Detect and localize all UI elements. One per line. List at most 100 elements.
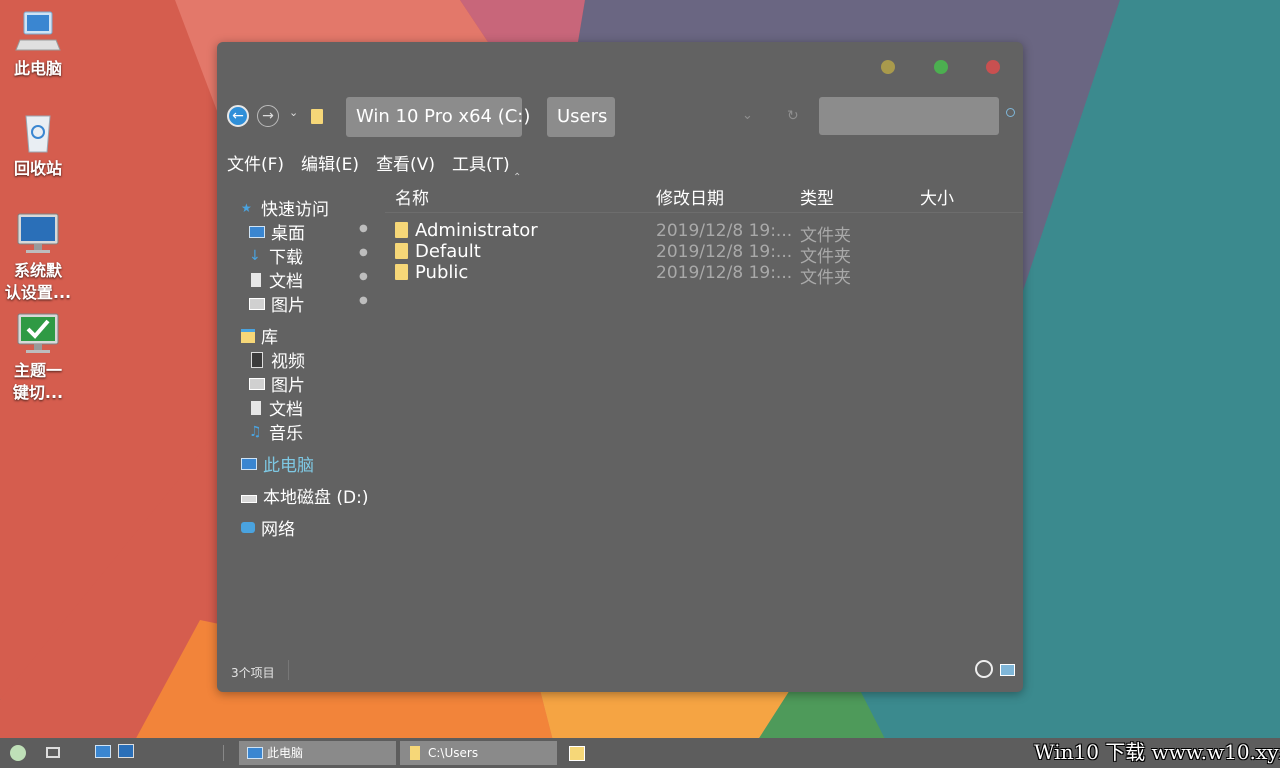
column-header-size[interactable]: 大小	[920, 184, 954, 209]
breadcrumb-drive[interactable]: Win 10 Pro x64 (C:)	[346, 97, 530, 137]
nav-label: 快速访问	[261, 200, 329, 220]
picture-icon	[249, 297, 265, 310]
desktop-icon-recycle-bin[interactable]: 回收站	[0, 110, 76, 180]
search-icon[interactable]	[1006, 108, 1015, 117]
computer-icon	[241, 457, 257, 470]
nav-label: 图片	[271, 376, 305, 396]
taskbar-button-this-pc[interactable]: 此电脑	[239, 741, 396, 765]
maximize-button[interactable]	[934, 60, 948, 74]
picture-icon	[249, 377, 265, 390]
computer-icon	[247, 747, 263, 759]
video-icon	[251, 351, 263, 368]
library-folder-icon	[241, 328, 255, 343]
desktop-icon-this-pc[interactable]: 此电脑	[0, 10, 76, 80]
file-row[interactable]: Default 2019/12/8 19:... 文件夹	[395, 241, 995, 267]
nav-quick-access[interactable]: ★ 快速访问	[241, 195, 329, 220]
desktop-icon-label: 此电脑	[13, 59, 62, 78]
store-icon[interactable]	[569, 746, 585, 761]
recent-locations-chevron-icon[interactable]: ⌄	[289, 106, 298, 119]
nav-library[interactable]: 库	[241, 323, 278, 348]
desktop-icon-theme-switch[interactable]: 主题一 键切...	[0, 312, 76, 404]
column-header-modified[interactable]: 修改日期	[656, 184, 724, 209]
status-item-count: 3个项目	[231, 666, 275, 680]
file-type: 文件夹	[800, 268, 851, 288]
pin-icon[interactable]: ●	[356, 222, 370, 236]
arrow-left-icon: ←	[232, 108, 244, 124]
file-name: Public	[415, 262, 469, 283]
desktop-icon	[249, 225, 265, 238]
minimize-button[interactable]	[881, 60, 895, 74]
folder-icon	[311, 109, 323, 124]
desktop-icon-system-defaults[interactable]: 系统默 认设置...	[0, 212, 76, 304]
breadcrumb-users[interactable]: Users	[547, 97, 615, 137]
nav-label: 音乐	[269, 424, 303, 444]
large-icons-view-icon[interactable]	[1000, 664, 1015, 676]
file-explorer-window: ← → ⌄ Win 10 Pro x64 (C:) Users ⌄ ↻ 文件(F…	[217, 42, 1023, 692]
nav-videos[interactable]: 视频	[249, 347, 305, 372]
nav-label: 本地磁盘 (D:)	[263, 488, 369, 508]
pin-icon[interactable]: ●	[356, 270, 370, 284]
back-button[interactable]: ←	[227, 105, 249, 127]
folder-icon	[395, 243, 408, 259]
recycle-bin-icon	[14, 110, 62, 156]
nav-lib-documents[interactable]: 文档	[249, 395, 303, 420]
nav-documents[interactable]: 文档	[249, 267, 303, 292]
taskbar-button-label: 此电脑	[267, 746, 304, 760]
drive-icon	[241, 494, 257, 503]
nav-label: 视频	[271, 352, 305, 372]
nav-label: 网络	[261, 520, 295, 540]
folder-icon	[395, 222, 408, 238]
file-row[interactable]: Public 2019/12/8 19:... 文件夹	[395, 262, 995, 288]
nav-downloads[interactable]: ↓ 下载	[249, 243, 303, 268]
document-icon	[251, 400, 261, 415]
status-divider	[288, 660, 289, 680]
nav-label: 下载	[269, 248, 303, 268]
desktop-icon-label-line2: 键切...	[12, 383, 64, 402]
menu-tools[interactable]: 工具(T)	[452, 150, 510, 175]
file-name: Administrator	[415, 220, 538, 241]
task-view-icon[interactable]	[46, 747, 60, 758]
pin-icon[interactable]: ●	[356, 246, 370, 260]
taskbar-divider	[223, 745, 224, 761]
details-view-icon[interactable]	[975, 660, 993, 678]
start-menu-icon[interactable]	[10, 745, 26, 761]
show-desktop-icon[interactable]	[95, 745, 111, 758]
nav-desktop[interactable]: 桌面	[249, 219, 305, 244]
menu-view[interactable]: 查看(V)	[376, 150, 435, 175]
pin-icon[interactable]: ●	[356, 294, 370, 308]
watermark: Win10 下载 www.w10.xyz	[1034, 740, 1280, 764]
quick-launch-icon[interactable]	[118, 744, 134, 758]
header-divider	[385, 212, 1023, 213]
column-header-name[interactable]: 名称	[395, 184, 429, 209]
nav-label: 文档	[269, 400, 303, 420]
menu-edit[interactable]: 编辑(E)	[301, 150, 359, 175]
nav-pictures[interactable]: 图片	[249, 291, 305, 316]
column-header-type[interactable]: 类型	[800, 184, 834, 209]
nav-label: 文档	[269, 272, 303, 292]
desktop-icon-label-line2: 认设置...	[4, 283, 72, 302]
nav-network[interactable]: 网络	[241, 515, 295, 540]
music-note-icon: ♫	[249, 423, 262, 440]
taskbar-button-label: C:\Users	[428, 746, 479, 760]
nav-this-pc[interactable]: 此电脑	[241, 451, 314, 476]
nav-lib-pictures[interactable]: 图片	[249, 371, 305, 396]
file-name: Default	[415, 241, 481, 262]
file-row[interactable]: Administrator 2019/12/8 19:... 文件夹	[395, 220, 995, 246]
computer-icon	[14, 10, 62, 56]
menu-bar: 文件(F) 编辑(E) 查看(V) 工具(T)	[227, 150, 510, 175]
desktop-icon-label: 回收站	[13, 159, 62, 178]
close-button[interactable]	[986, 60, 1000, 74]
nav-music[interactable]: ♫ 音乐	[249, 419, 303, 444]
nav-local-disk-d[interactable]: 本地磁盘 (D:)	[241, 483, 369, 508]
nav-label: 图片	[271, 296, 305, 316]
taskbar-button-users[interactable]: C:\Users	[400, 741, 557, 765]
star-icon: ★	[241, 200, 252, 215]
refresh-icon[interactable]: ↻	[787, 108, 799, 124]
address-dropdown-chevron-icon[interactable]: ⌄	[742, 108, 753, 123]
search-input[interactable]	[819, 97, 999, 135]
forward-button[interactable]: →	[257, 105, 279, 127]
desktop-icon-label-line1: 系统默	[13, 261, 62, 280]
nav-label: 此电脑	[263, 456, 314, 476]
document-icon	[251, 272, 261, 287]
menu-file[interactable]: 文件(F)	[227, 150, 284, 175]
